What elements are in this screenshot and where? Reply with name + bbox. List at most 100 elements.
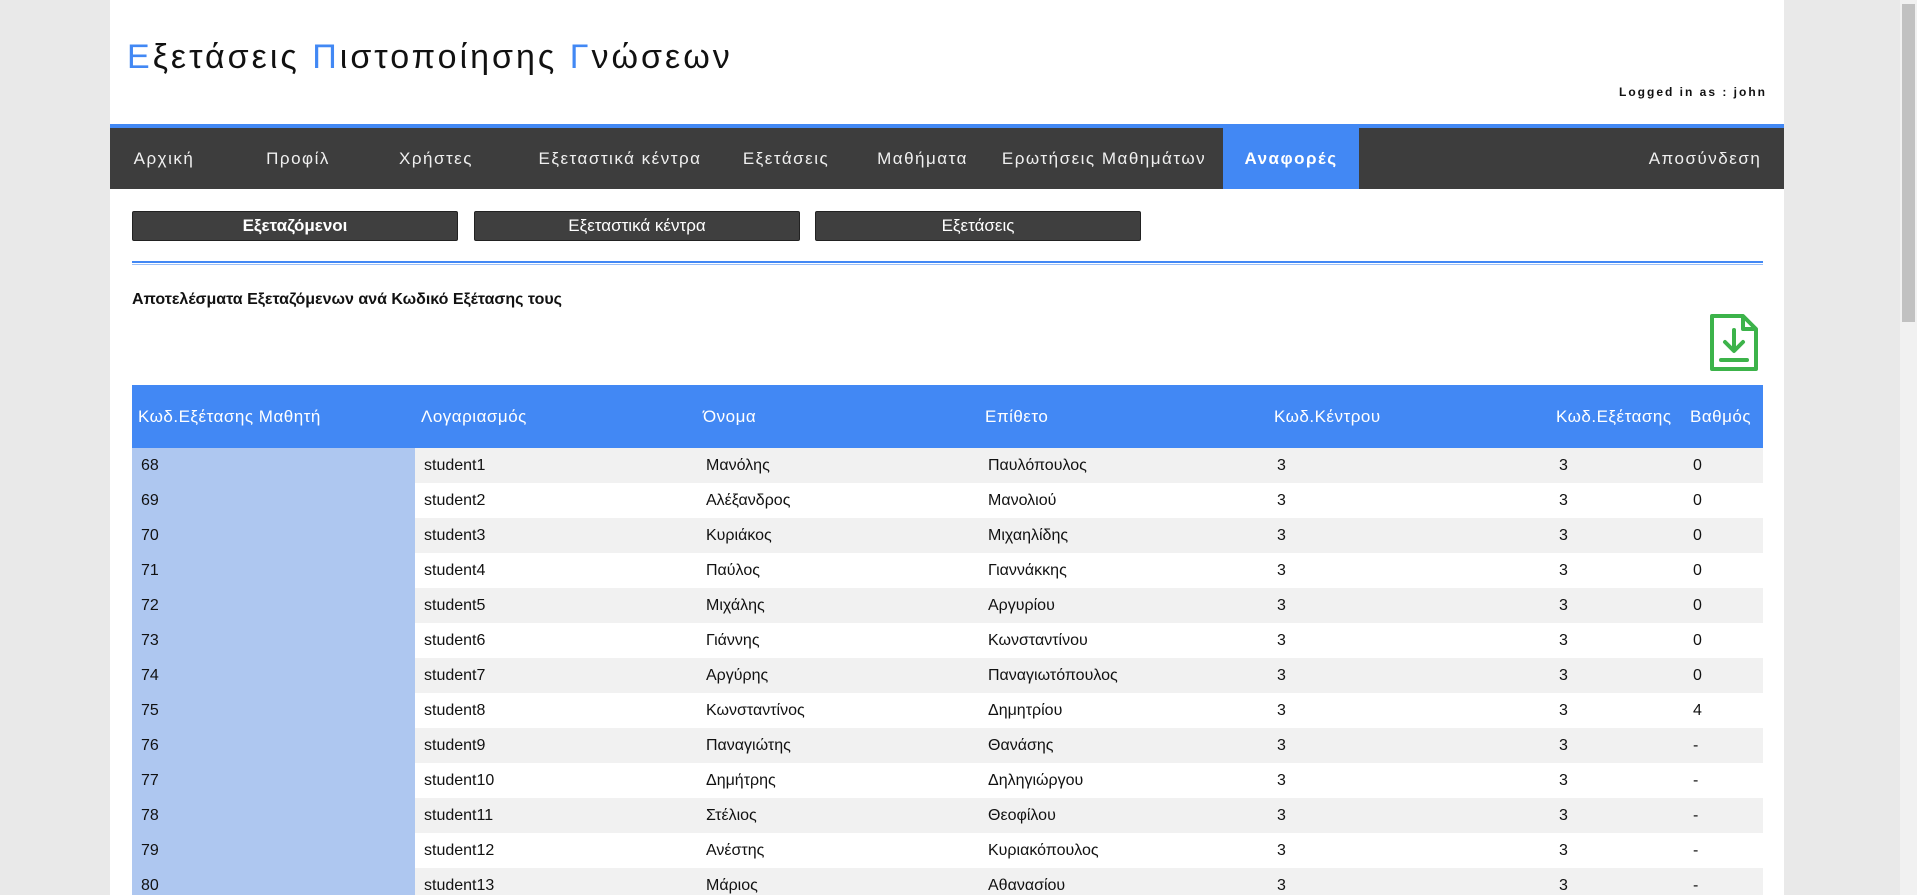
table-cell-center-code: 3 <box>1268 483 1550 518</box>
table-row[interactable]: 70 student3 Κυριάκος Μιχαηλίδης 3 3 0 <box>132 518 1763 553</box>
nav-item-course-questions[interactable]: Ερωτήσεις Μαθημάτων <box>995 128 1213 189</box>
logout-link[interactable]: Αποσύνδεση <box>1635 128 1775 189</box>
table-cell-center-code: 3 <box>1268 798 1550 833</box>
table-row[interactable]: 78 student11 Στέλιος Θεοφίλου 3 3- <box>132 798 1763 833</box>
table-cell-first-name: Μιχάλης <box>697 588 979 623</box>
table-cell-first-name: Κωνσταντίνος <box>697 693 979 728</box>
table-cell-exam-id: 3 <box>1550 798 1684 833</box>
table-cell-first-name: Ανέστης <box>697 833 979 868</box>
table-row[interactable]: 74 student7 Αργύρης Παναγιωτόπουλος 3 3 0 <box>132 658 1763 693</box>
nav-item-home[interactable]: Αρχική <box>110 128 218 189</box>
column-header-exam-id[interactable]: Κωδ.Εξέτασης <box>1550 385 1684 448</box>
report-title: Αποτελέσματα Εξεταζόμενων ανά Κωδικό Εξέ… <box>132 291 562 308</box>
title-word-1: ξετάσεις <box>152 38 313 76</box>
column-header-account[interactable]: Λογαριασμός <box>415 385 697 448</box>
table-cell-exam-id: 3 <box>1550 693 1684 728</box>
nav-item-profile[interactable]: Προφίλ <box>244 128 352 189</box>
table-cell-exam-id: 3 <box>1550 518 1684 553</box>
table-cell-exam-code: 71 <box>132 553 415 588</box>
table-cell-last-name: Παυλόπουλος <box>979 448 1268 483</box>
column-header-grade[interactable]: Βαθμός <box>1684 385 1763 448</box>
table-row[interactable]: 69 student2 Αλέξανδρος Μανολιού 3 3 0 <box>132 483 1763 518</box>
column-header-last-name[interactable]: Επίθετο <box>979 385 1268 448</box>
nav-item-courses[interactable]: Μαθήματα <box>855 128 990 189</box>
table-row[interactable]: 80 student13 Μάριος Αθανασίου 3 3- <box>132 868 1763 895</box>
table-cell-grade: - <box>1684 728 1763 763</box>
subtab-exams[interactable]: Εξετάσεις <box>815 211 1141 241</box>
table-cell-account: student12 <box>415 833 697 868</box>
table-cell-center-code: 3 <box>1268 658 1550 693</box>
table-cell-grade: 0 <box>1684 448 1763 483</box>
table-cell-exam-code: 68 <box>132 448 415 483</box>
table-row[interactable]: 73 student6 Γιάννης Κωνσταντίνου 3 3 0 <box>132 623 1763 658</box>
table-cell-exam-id: 3 <box>1550 448 1684 483</box>
table-cell-first-name: Αργύρης <box>697 658 979 693</box>
table-cell-center-code: 3 <box>1268 833 1550 868</box>
table-cell-center-code: 3 <box>1268 448 1550 483</box>
table-cell-exam-code: 72 <box>132 588 415 623</box>
table-row[interactable]: 71 student4 Παύλος Γιαννάκκης 3 3 0 <box>132 553 1763 588</box>
table-cell-account: student13 <box>415 868 697 895</box>
table-cell-account: student9 <box>415 728 697 763</box>
page-scrollbar[interactable] <box>1900 0 1917 895</box>
table-cell-account: student4 <box>415 553 697 588</box>
table-cell-account: student3 <box>415 518 697 553</box>
table-cell-account: student1 <box>415 448 697 483</box>
table-cell-last-name: Θεοφίλου <box>979 798 1268 833</box>
table-cell-grade: 0 <box>1684 483 1763 518</box>
table-cell-exam-id: 3 <box>1550 868 1684 895</box>
table-cell-first-name: Γιάννης <box>697 623 979 658</box>
table-row[interactable]: 72 student5 Μιχάλης Αργυρίου 3 3 0 <box>132 588 1763 623</box>
nav-item-exam-centers[interactable]: Εξεταστικά κέντρα <box>520 128 720 189</box>
table-cell-first-name: Παύλος <box>697 553 979 588</box>
page: Εξετάσεις Πιστοποίησης Γνώσεων Logged in… <box>110 0 1784 895</box>
table-cell-last-name: Αργυρίου <box>979 588 1268 623</box>
subtab-examinees[interactable]: Εξεταζόμενοι <box>132 211 458 241</box>
main-navbar: Αρχική Προφίλ Χρήστες Εξεταστικά κέντρα … <box>110 124 1784 189</box>
table-cell-account: student11 <box>415 798 697 833</box>
table-cell-center-code: 3 <box>1268 518 1550 553</box>
table-cell-grade: 0 <box>1684 658 1763 693</box>
table-cell-grade: 0 <box>1684 553 1763 588</box>
table-row[interactable]: 79 student12 Ανέστης Κυριακόπουλος 3 3- <box>132 833 1763 868</box>
table-cell-last-name: Δημητρίου <box>979 693 1268 728</box>
table-cell-grade: 0 <box>1684 588 1763 623</box>
table-cell-last-name: Μιχαηλίδης <box>979 518 1268 553</box>
table-cell-exam-id: 3 <box>1550 833 1684 868</box>
scrollbar-thumb[interactable] <box>1902 4 1915 322</box>
table-cell-center-code: 3 <box>1268 728 1550 763</box>
table-row[interactable]: 77 student10 Δημήτρης Δηληγιώργου 3 3- <box>132 763 1763 798</box>
table-cell-exam-id: 3 <box>1550 588 1684 623</box>
table-cell-exam-code: 80 <box>132 868 415 895</box>
table-cell-account: student6 <box>415 623 697 658</box>
table-cell-first-name: Δημήτρης <box>697 763 979 798</box>
table-row[interactable]: 68 student1 Μανόλης Παυλόπουλος 3 3 0 <box>132 448 1763 483</box>
table-cell-grade: - <box>1684 868 1763 895</box>
table-cell-exam-id: 3 <box>1550 763 1684 798</box>
table-cell-last-name: Κυριακόπουλος <box>979 833 1268 868</box>
table-row[interactable]: 76 student9 Παναγιώτης Θανάσης 3 3- <box>132 728 1763 763</box>
column-header-exam-code[interactable]: Κωδ.Εξέτασης Μαθητή <box>132 385 415 448</box>
table-cell-first-name: Μάριος <box>697 868 979 895</box>
table-cell-first-name: Μανόλης <box>697 448 979 483</box>
subtab-exam-centers[interactable]: Εξεταστικά κέντρα <box>474 211 800 241</box>
title-initial-2: Π <box>312 38 340 76</box>
nav-item-exams[interactable]: Εξετάσεις <box>726 128 846 189</box>
table-cell-last-name: Παναγιωτόπουλος <box>979 658 1268 693</box>
nav-item-reports[interactable]: Αναφορές <box>1223 128 1359 189</box>
download-file-icon[interactable] <box>1709 313 1759 372</box>
table-cell-account: student2 <box>415 483 697 518</box>
table-cell-exam-id: 3 <box>1550 623 1684 658</box>
table-cell-account: student8 <box>415 693 697 728</box>
column-header-center-code[interactable]: Κωδ.Κέντρου <box>1268 385 1550 448</box>
nav-item-users[interactable]: Χρήστες <box>362 128 510 189</box>
section-divider <box>132 261 1763 265</box>
table-cell-center-code: 3 <box>1268 868 1550 895</box>
column-header-first-name[interactable]: Όνομα <box>697 385 979 448</box>
table-cell-center-code: 3 <box>1268 588 1550 623</box>
logged-in-status: Logged in as : john <box>1619 85 1767 99</box>
table-cell-exam-code: 70 <box>132 518 415 553</box>
table-row[interactable]: 75 student8 Κωνσταντίνος Δημητρίου 3 3 4 <box>132 693 1763 728</box>
table-cell-grade: 4 <box>1684 693 1763 728</box>
table-cell-grade: - <box>1684 763 1763 798</box>
